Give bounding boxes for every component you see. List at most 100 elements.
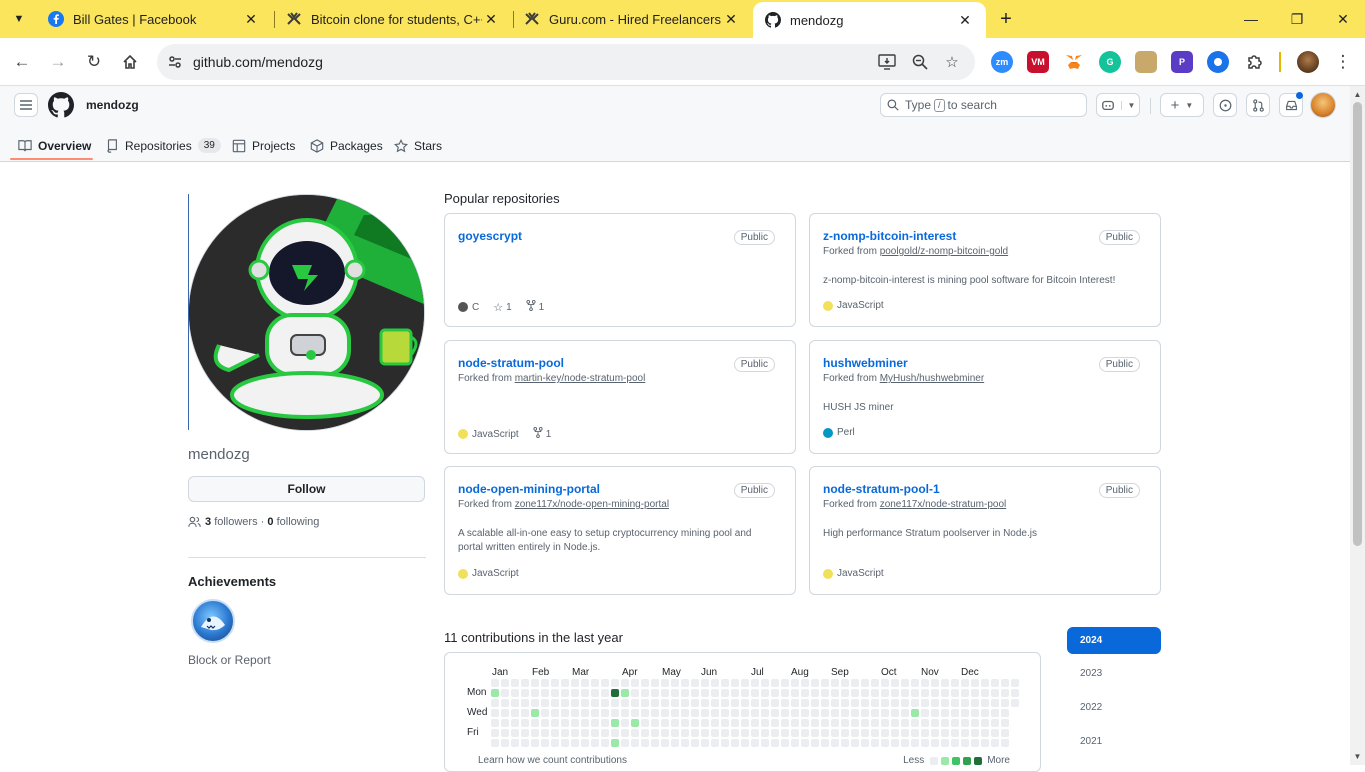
contribution-day-cell[interactable] [621, 679, 629, 687]
vm-extension-icon[interactable]: VM [1027, 51, 1049, 73]
contribution-day-cell[interactable] [891, 689, 899, 697]
year-button-2021[interactable]: 2021 [1067, 728, 1161, 755]
year-button-2024[interactable]: 2024 [1067, 627, 1161, 654]
contribution-day-cell[interactable] [611, 709, 619, 717]
contribution-day-cell[interactable] [521, 689, 529, 697]
contribution-day-cell[interactable] [801, 689, 809, 697]
contribution-day-cell[interactable] [921, 679, 929, 687]
contribution-day-cell[interactable] [821, 699, 829, 707]
contribution-day-cell[interactable] [601, 689, 609, 697]
contribution-day-cell[interactable] [681, 679, 689, 687]
restore-button[interactable]: ❐ [1274, 0, 1320, 38]
contribution-day-cell[interactable] [561, 699, 569, 707]
contribution-day-cell[interactable] [581, 679, 589, 687]
tab-search-button[interactable]: ▼ [6, 7, 32, 31]
back-button[interactable]: ← [9, 49, 35, 75]
contribution-day-cell[interactable] [971, 689, 979, 697]
contribution-day-cell[interactable] [991, 679, 999, 687]
achievements-heading[interactable]: Achievements [188, 574, 276, 589]
contribution-day-cell[interactable] [891, 699, 899, 707]
contribution-day-cell[interactable] [501, 709, 509, 717]
contribution-day-cell[interactable] [701, 689, 709, 697]
contribution-day-cell[interactable] [841, 739, 849, 747]
contribution-day-cell[interactable] [531, 689, 539, 697]
contribution-day-cell[interactable] [951, 689, 959, 697]
contribution-day-cell[interactable] [861, 729, 869, 737]
contribution-day-cell[interactable] [901, 719, 909, 727]
contribution-day-cell[interactable] [551, 699, 559, 707]
contribution-day-cell[interactable] [881, 699, 889, 707]
contribution-day-cell[interactable] [741, 679, 749, 687]
contribution-day-cell[interactable] [841, 679, 849, 687]
contribution-day-cell[interactable] [781, 689, 789, 697]
contribution-day-cell[interactable] [841, 719, 849, 727]
contribution-day-cell[interactable] [791, 709, 799, 717]
repo-name-link[interactable]: node-open-mining-portal [458, 482, 600, 496]
contribution-day-cell[interactable] [651, 709, 659, 717]
contribution-day-cell[interactable] [771, 679, 779, 687]
contribution-day-cell[interactable] [601, 679, 609, 687]
contribution-day-cell[interactable] [911, 709, 919, 717]
contribution-day-cell[interactable] [921, 699, 929, 707]
contribution-day-cell[interactable] [901, 709, 909, 717]
contribution-day-cell[interactable] [791, 719, 799, 727]
contribution-day-cell[interactable] [991, 739, 999, 747]
contribution-day-cell[interactable] [921, 709, 929, 717]
contribution-day-cell[interactable] [651, 719, 659, 727]
contribution-day-cell[interactable] [601, 739, 609, 747]
contribution-day-cell[interactable] [521, 679, 529, 687]
contribution-day-cell[interactable] [891, 739, 899, 747]
contribution-day-cell[interactable] [701, 709, 709, 717]
contribution-day-cell[interactable] [601, 709, 609, 717]
year-button-2023[interactable]: 2023 [1067, 660, 1161, 687]
site-info-icon[interactable] [165, 52, 185, 72]
tab-stars[interactable]: Stars [394, 129, 442, 162]
user-avatar-button[interactable] [1310, 92, 1336, 118]
contribution-day-cell[interactable] [661, 699, 669, 707]
contribution-day-cell[interactable] [821, 719, 829, 727]
contribution-day-cell[interactable] [771, 699, 779, 707]
followers-count[interactable]: 3 [205, 516, 211, 528]
contribution-day-cell[interactable] [721, 729, 729, 737]
contribution-day-cell[interactable] [601, 719, 609, 727]
contribution-day-cell[interactable] [781, 699, 789, 707]
contribution-day-cell[interactable] [971, 729, 979, 737]
contribution-day-cell[interactable] [761, 709, 769, 717]
follow-button[interactable]: Follow [188, 476, 425, 502]
contribution-day-cell[interactable] [981, 689, 989, 697]
contribution-day-cell[interactable] [501, 679, 509, 687]
contribution-day-cell[interactable] [811, 739, 819, 747]
shark-achievement-badge-icon[interactable] [191, 599, 235, 643]
contribution-day-cell[interactable] [711, 709, 719, 717]
contribution-day-cell[interactable] [511, 709, 519, 717]
contribution-day-cell[interactable] [991, 689, 999, 697]
contribution-day-cell[interactable] [921, 689, 929, 697]
contribution-day-cell[interactable] [971, 699, 979, 707]
contribution-day-cell[interactable] [901, 729, 909, 737]
contribution-day-cell[interactable] [851, 739, 859, 747]
contribution-day-cell[interactable] [901, 679, 909, 687]
contribution-day-cell[interactable] [811, 699, 819, 707]
contribution-day-cell[interactable] [991, 729, 999, 737]
contribution-day-cell[interactable] [511, 679, 519, 687]
contribution-day-cell[interactable] [1001, 689, 1009, 697]
contribution-day-cell[interactable] [711, 729, 719, 737]
contribution-day-cell[interactable] [851, 719, 859, 727]
contribution-day-cell[interactable] [711, 739, 719, 747]
contribution-day-cell[interactable] [571, 679, 579, 687]
contribution-day-cell[interactable] [721, 739, 729, 747]
page-scrollbar[interactable]: ▲ ▼ [1350, 86, 1365, 765]
browser-tab-facebook[interactable]: Bill Gates | Facebook ✕ [36, 0, 272, 38]
browser-menu-button[interactable]: ⋮ [1330, 49, 1356, 75]
contribution-day-cell[interactable] [761, 719, 769, 727]
contribution-day-cell[interactable] [851, 689, 859, 697]
contribution-day-cell[interactable] [701, 729, 709, 737]
contribution-day-cell[interactable] [961, 699, 969, 707]
contribution-day-cell[interactable] [1001, 739, 1009, 747]
contribution-day-cell[interactable] [1011, 689, 1019, 697]
repo-name-link[interactable]: node-stratum-pool [458, 356, 564, 370]
contribution-day-cell[interactable] [551, 739, 559, 747]
contribution-day-cell[interactable] [891, 729, 899, 737]
contribution-day-cell[interactable] [511, 699, 519, 707]
contribution-day-cell[interactable] [691, 739, 699, 747]
